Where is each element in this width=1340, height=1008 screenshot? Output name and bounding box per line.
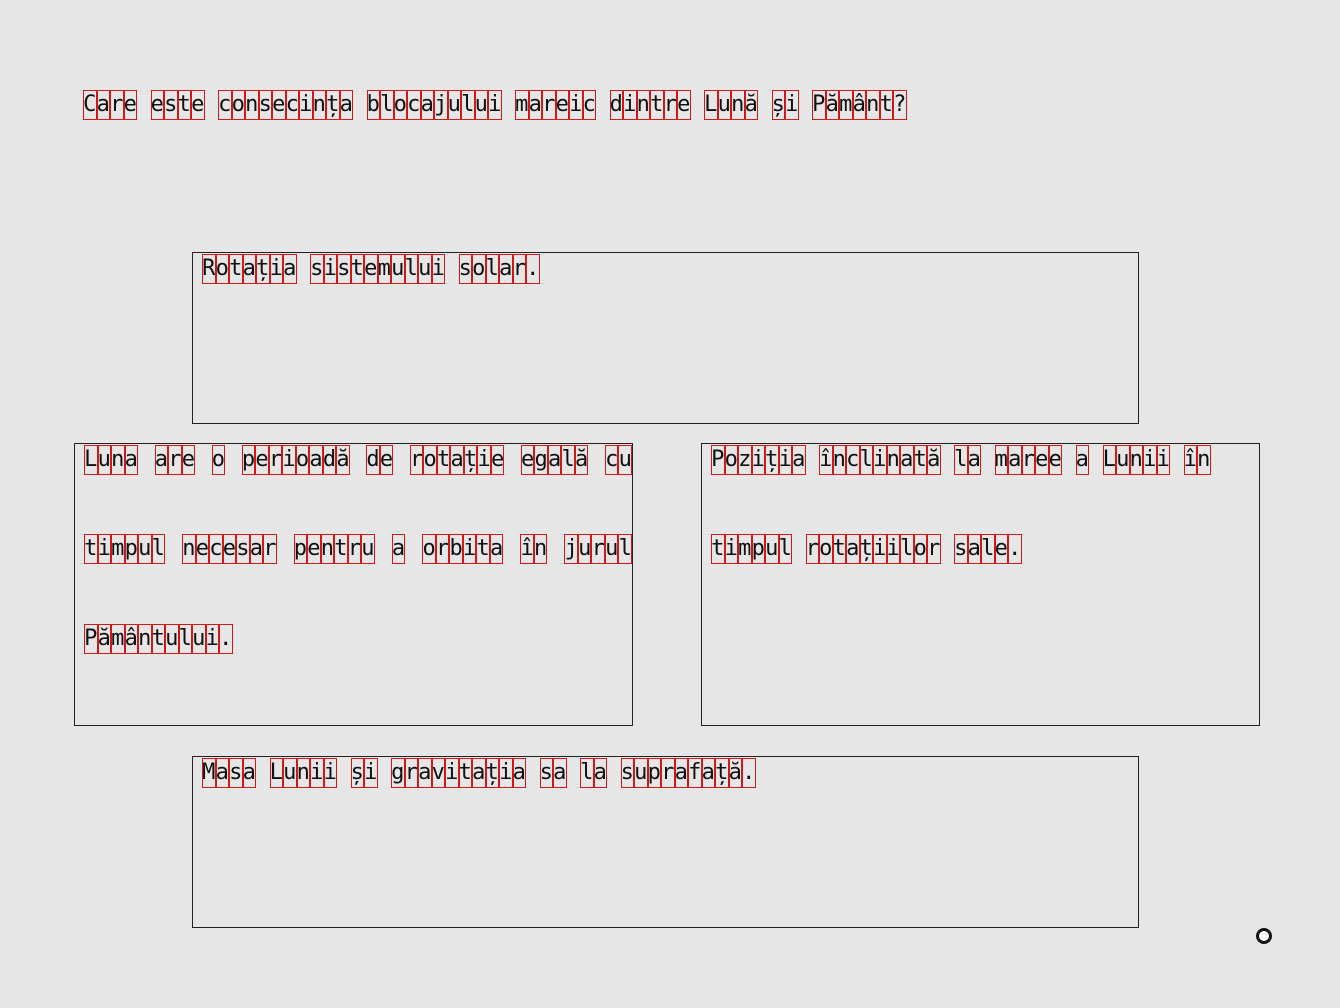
answer-option-2[interactable]: Luna are o perioadă de rotație egală cu … [74, 443, 633, 726]
answer-option-3[interactable]: Poziția înclinată la maree a Lunii în ti… [701, 443, 1260, 726]
answer-option-3-line-2: timpul rotațiilor sale. [711, 534, 1022, 564]
quiz-screen: Care este consecința blocajului mareic d… [0, 0, 1340, 1008]
answer-option-2-line-2: timpul necesar pentru a orbita în jurul [84, 534, 632, 564]
answer-option-2-line-3: Pământului. [84, 624, 233, 654]
answer-option-4-line-1: Masa Lunii și gravitația sa la suprafață… [202, 758, 756, 788]
answer-option-1-line-1: Rotația sistemului solar. [202, 254, 540, 284]
answer-option-2-line-1: Luna are o perioadă de rotație egală cu [84, 445, 632, 475]
question-text: Care este consecința blocajului mareic d… [83, 90, 907, 120]
answer-option-4[interactable]: Masa Lunii și gravitația sa la suprafață… [192, 756, 1139, 928]
mouse-cursor-icon [1256, 928, 1272, 944]
answer-option-3-line-1: Poziția înclinată la maree a Lunii în [711, 445, 1211, 475]
answer-option-1[interactable]: Rotația sistemului solar. [192, 252, 1139, 424]
